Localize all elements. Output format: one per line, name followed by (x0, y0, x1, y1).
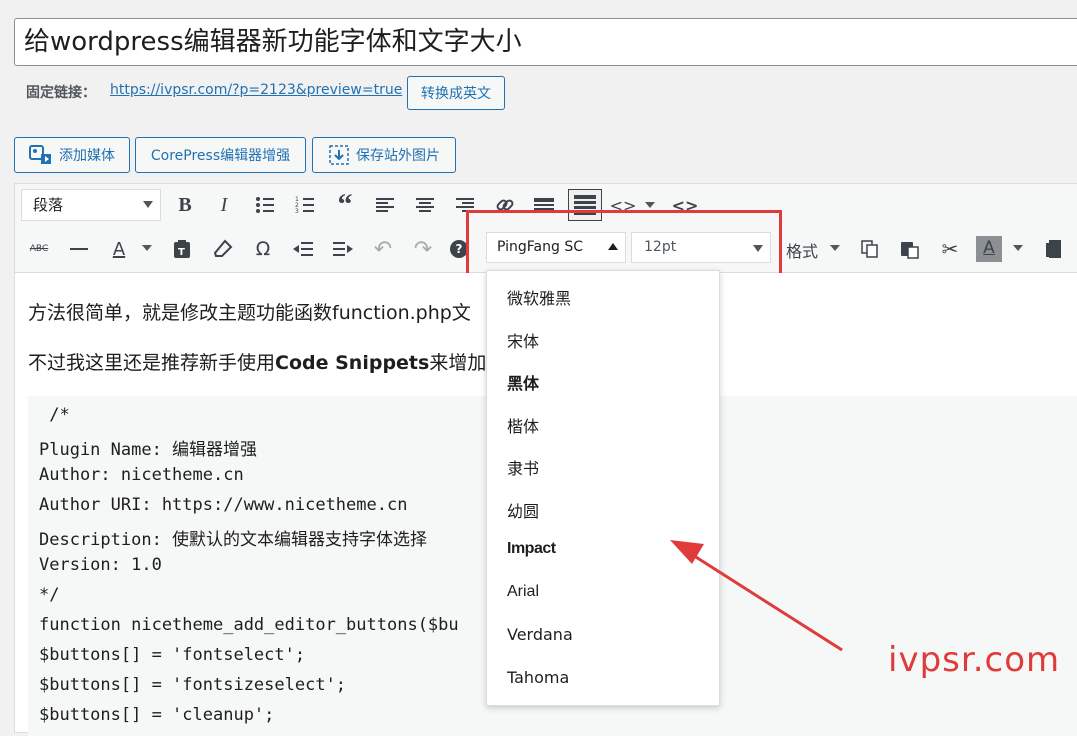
blockquote-icon[interactable]: “ (330, 188, 360, 221)
paste-icon[interactable] (895, 234, 925, 264)
paragraph-2: 不过我这里还是推荐新手使用Code Snippets来增加 (28, 348, 486, 375)
text-color-icon[interactable]: A (104, 234, 134, 264)
corepress-enhance-button[interactable]: CorePress编辑器增强 (135, 137, 306, 173)
code-line: Author URI: https://www.nicetheme.cn (39, 495, 408, 515)
save-images-label: 保存站外图片 (356, 148, 440, 164)
font-option[interactable]: 幼圆 (507, 498, 539, 522)
convert-to-english-button[interactable]: 转换成英文 (407, 76, 505, 110)
undo-icon[interactable]: ↶ (368, 234, 398, 264)
permalink-link[interactable]: https://ivpsr.com/?p=2123&preview=true (110, 82, 402, 98)
code-line: Version: 1.0 (39, 555, 162, 575)
align-center-icon[interactable] (410, 190, 440, 220)
paste-word-icon[interactable] (1040, 234, 1070, 264)
add-media-label: 添加媒体 (59, 148, 115, 164)
chevron-down-icon[interactable] (142, 245, 152, 251)
download-box-icon (329, 145, 349, 165)
code-line: $buttons[] = 'fontselect'; (39, 645, 306, 665)
paste-text-icon[interactable]: T (167, 234, 197, 264)
paragraph-1: 方法很简单，就是修改主题功能函数function.php文 (28, 302, 471, 324)
code-line: Description: 使默认的文本编辑器支持字体选择 (39, 530, 428, 550)
background-color-icon[interactable]: A (976, 236, 1002, 262)
code-line: $buttons[] = 'cleanup'; (39, 705, 275, 725)
font-option[interactable]: Impact (507, 540, 556, 558)
font-option[interactable]: Verdana (507, 625, 573, 644)
watermark-text: ivpsr.com (888, 640, 1061, 680)
code-line: $buttons[] = 'fontsizeselect'; (39, 675, 347, 695)
paragraph-2-prefix: 不过我这里还是推荐新手使用 (28, 352, 276, 374)
save-external-images-button[interactable]: 保存站外图片 (312, 137, 456, 173)
horizontal-line-icon[interactable] (64, 234, 94, 264)
font-option[interactable]: 隶书 (507, 455, 539, 479)
media-icon (29, 145, 51, 164)
permalink-label: 固定链接： (26, 85, 96, 101)
paragraph-2-suffix: 来增加 (429, 352, 487, 374)
outdent-icon[interactable] (288, 234, 318, 264)
indent-icon[interactable] (328, 234, 358, 264)
font-option[interactable]: 宋体 (507, 328, 539, 352)
bullet-list-icon[interactable] (250, 190, 280, 220)
chevron-down-icon (143, 201, 153, 208)
numbered-list-icon[interactable]: 123 (290, 190, 320, 220)
code-line: /* (39, 405, 70, 425)
font-option[interactable]: 黑体 (507, 370, 539, 394)
format-select-value: 段落 (33, 196, 64, 214)
font-option[interactable]: Arial (507, 583, 539, 601)
special-character-icon[interactable]: Ω (248, 234, 278, 264)
italic-icon[interactable]: I (209, 190, 239, 220)
chevron-down-icon[interactable] (1013, 245, 1023, 251)
cut-icon[interactable]: ✂ (935, 234, 965, 264)
code-line: */ (39, 585, 60, 605)
clear-formatting-icon[interactable] (208, 234, 238, 264)
annotation-arrow (670, 540, 843, 652)
code-line: function nicetheme_add_editor_buttons($b… (39, 615, 459, 635)
code-snippets-bold: Code Snippets (275, 352, 430, 374)
font-option[interactable]: 楷体 (507, 413, 539, 437)
align-left-icon[interactable] (370, 190, 400, 220)
svg-text:T: T (178, 247, 185, 258)
code-line: Plugin Name: 编辑器增强 (39, 440, 258, 460)
highlight-box (466, 210, 782, 276)
font-option[interactable]: Tahoma (507, 668, 569, 687)
paragraph-format-select[interactable]: 段落 (21, 189, 161, 221)
bold-icon[interactable]: B (170, 190, 200, 220)
post-title-input[interactable]: 给wordpress编辑器新功能字体和文字大小 (14, 18, 1077, 66)
redo-icon[interactable]: ↷ (408, 234, 438, 264)
chevron-down-icon[interactable] (830, 245, 840, 251)
copy-icon[interactable] (855, 234, 885, 264)
chevron-down-icon[interactable] (645, 202, 655, 208)
add-media-button[interactable]: 添加媒体 (14, 137, 130, 173)
strikethrough-icon[interactable]: ABC (24, 234, 54, 264)
styles-menu-button[interactable]: 格式 (786, 238, 818, 262)
code-line: Author: nicetheme.cn (39, 465, 244, 485)
svg-text:3: 3 (295, 208, 299, 214)
font-option[interactable]: 微软雅黑 (507, 285, 571, 309)
